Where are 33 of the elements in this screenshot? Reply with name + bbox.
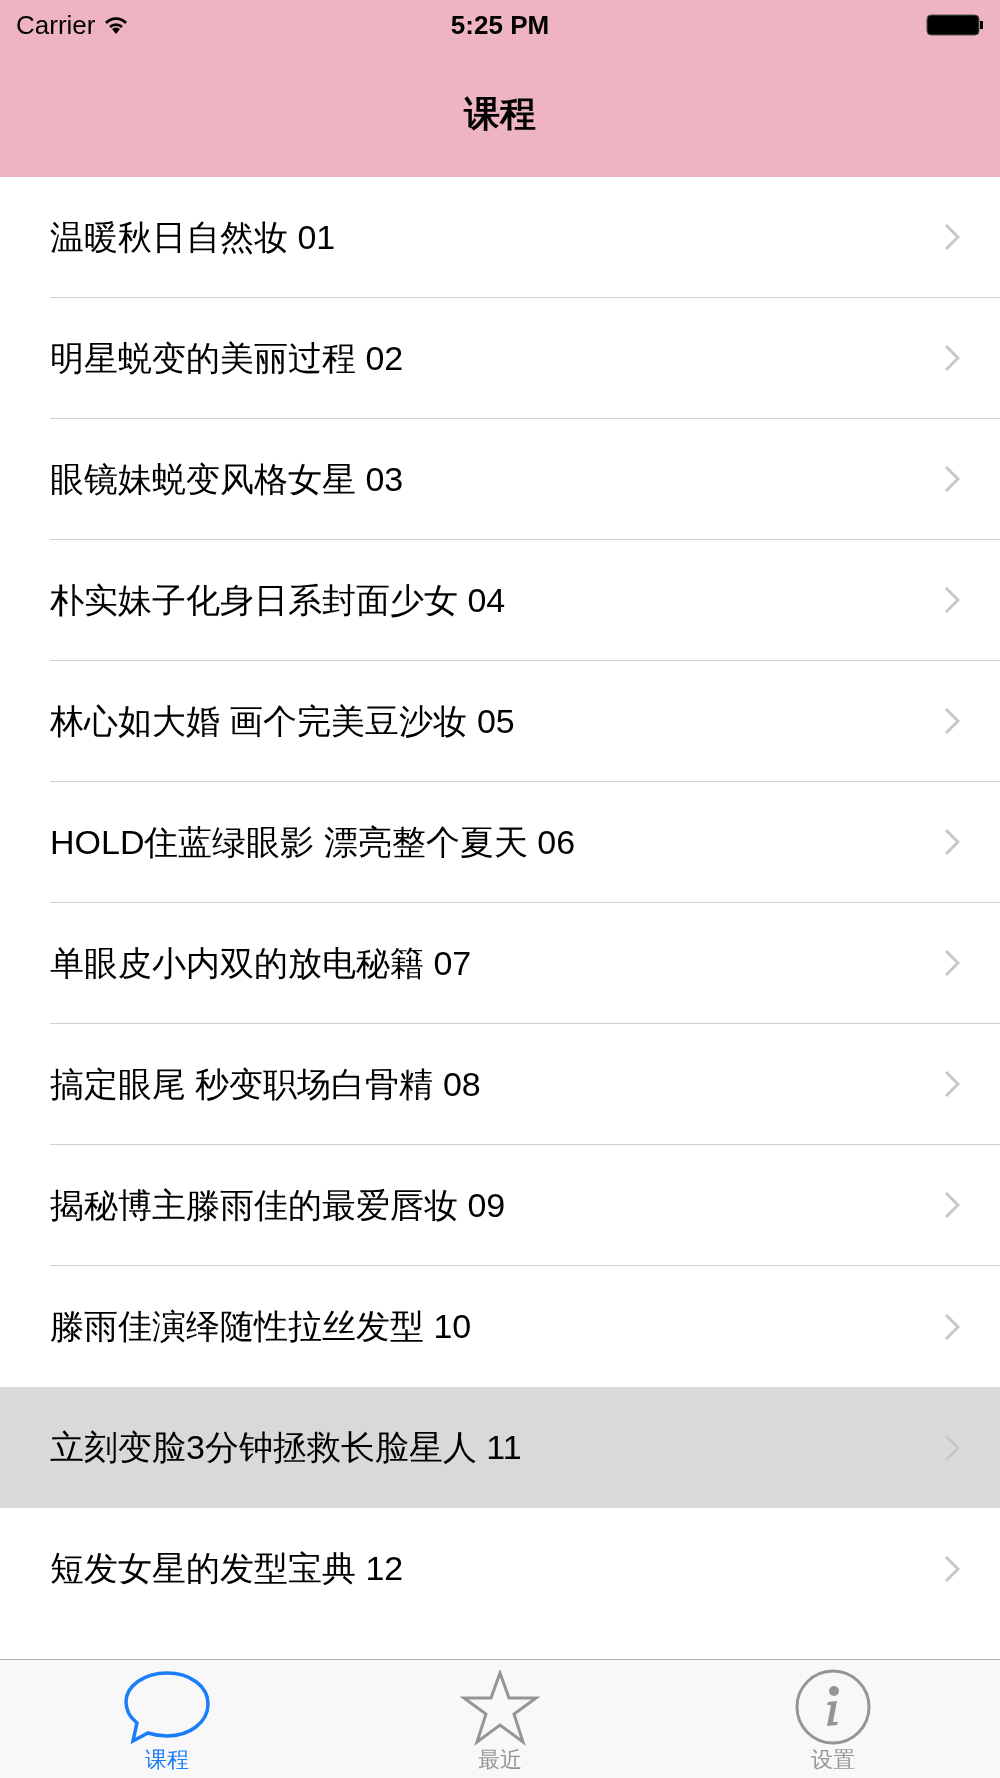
- speech-bubble-icon: [121, 1670, 212, 1746]
- chevron-icon: [944, 1070, 960, 1098]
- row-title: 眼镜妹蜕变风格女星 03: [50, 458, 404, 500]
- tab-item[interactable]: 课程: [0, 1660, 334, 1778]
- row-title: 明星蜕变的美丽过程 02: [50, 337, 404, 379]
- chevron-icon: [944, 1554, 960, 1583]
- info-icon: [794, 1668, 873, 1746]
- row-title: 温暖秋日自然妆 01: [50, 216, 336, 258]
- chevron-icon: [944, 465, 960, 493]
- battery-icon: [926, 13, 984, 37]
- status-time: 5:25 PM: [450, 8, 550, 42]
- chevron-icon: [944, 344, 960, 372]
- list-row[interactable]: 立刻变脸3分钟拯救长脸星人 11: [0, 1387, 1000, 1508]
- chevron-icon: [944, 586, 960, 614]
- chevron-icon: [944, 949, 960, 977]
- carrier-label: Carrier: [16, 8, 96, 42]
- row-title: 滕雨佳演绎随性拉丝发型 10: [50, 1306, 472, 1347]
- chevron-icon: [944, 707, 960, 735]
- chevron-icon: [944, 828, 960, 856]
- chevron-icon: [944, 1191, 960, 1219]
- row-title: 林心如大婚 画个完美豆沙妆 05: [50, 700, 515, 742]
- row-title: 立刻变脸3分钟拯救长脸星人 11: [50, 1427, 522, 1468]
- row-title: 朴实妹子化身日系封面少女 04: [50, 579, 506, 621]
- row-title: 单眼皮小内双的放电秘籍 07: [50, 942, 472, 984]
- nav-title: 课程: [464, 91, 536, 136]
- chevron-icon: [944, 1312, 960, 1341]
- row-title: HOLD住蓝绿眼影 漂亮整个夏天 06: [50, 821, 576, 863]
- row-title: 搞定眼尾 秒变职场白骨精 08: [50, 1063, 481, 1105]
- star-icon: [460, 1670, 540, 1746]
- chevron-icon: [944, 223, 960, 251]
- wifi-icon: [103, 15, 130, 35]
- row-title: 短发女星的发型宝典 12: [50, 1548, 404, 1589]
- row-title: 揭秘博主滕雨佳的最爱唇妆 09: [50, 1184, 506, 1226]
